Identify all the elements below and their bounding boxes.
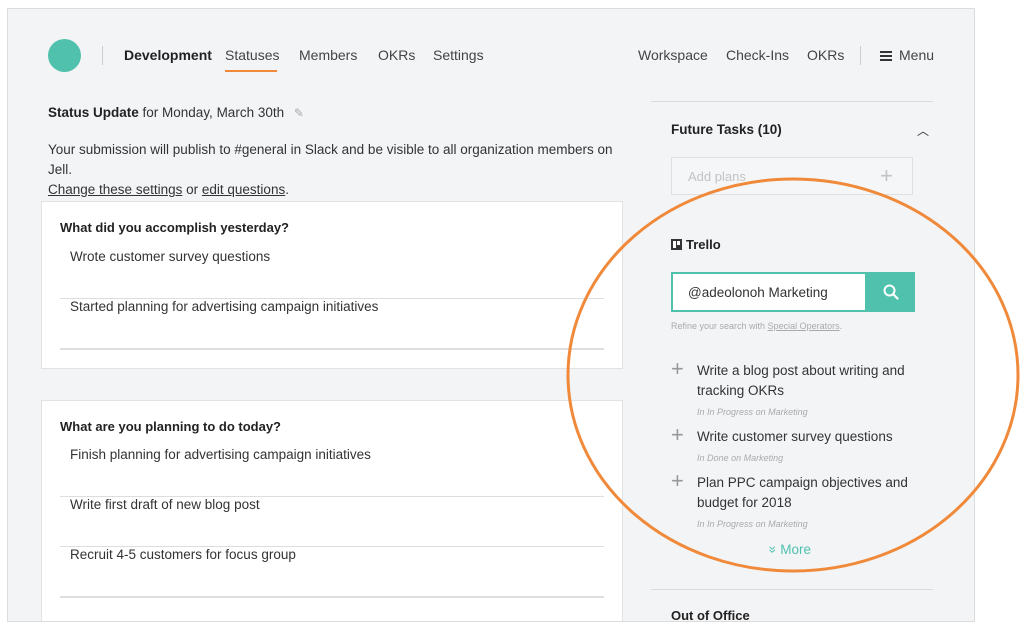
- trello-heading: Trello: [671, 237, 721, 252]
- meta-list: In Progress: [707, 519, 754, 529]
- double-chevron-down-icon: »: [765, 545, 781, 554]
- empty-answer-field[interactable]: [60, 349, 604, 350]
- search-icon: [883, 284, 899, 300]
- special-operators-link[interactable]: Special Operators: [768, 321, 840, 331]
- question-card-yesterday: What did you accomplish yesterday? Wrote…: [41, 201, 623, 369]
- chevron-up-icon[interactable]: ︿: [917, 122, 929, 139]
- add-plans-input[interactable]: Add plans +: [671, 157, 913, 195]
- tab-okrs[interactable]: OKRs: [378, 47, 415, 63]
- status-title-date: for Monday, March 30th: [142, 105, 285, 120]
- add-plans-placeholder: Add plans: [688, 169, 746, 184]
- brand-label: Development: [124, 47, 212, 63]
- meta-in: In: [697, 407, 705, 417]
- refine-suffix: .: [839, 321, 843, 331]
- refine-prefix: Refine your search with: [671, 321, 766, 331]
- publish-description: Your submission will publish to #general…: [48, 140, 638, 200]
- nav-divider: [102, 46, 103, 65]
- refine-hint: Refine your search with Special Operator…: [671, 321, 842, 331]
- add-task-plus-icon[interactable]: +: [671, 358, 684, 380]
- add-task-plus-icon[interactable]: +: [671, 424, 684, 446]
- answer-text: Write first draft of new blog post: [70, 497, 260, 512]
- nav-divider: [860, 46, 861, 65]
- meta-in: In: [697, 519, 705, 529]
- add-task-plus-icon[interactable]: +: [671, 470, 684, 492]
- trello-icon: [671, 239, 682, 250]
- out-of-office-title: Out of Office: [671, 608, 750, 622]
- answer-text: Started planning for advertising campaig…: [70, 299, 379, 314]
- answer-field[interactable]: Wrote customer survey questions: [60, 249, 604, 299]
- future-tasks-panel: Future Tasks (10) ︿ Add plans + Trello R…: [651, 101, 933, 622]
- answer-field[interactable]: Started planning for advertising campaig…: [60, 299, 604, 349]
- answer-text: Wrote customer survey questions: [70, 249, 271, 264]
- more-label: More: [780, 542, 812, 557]
- tab-statuses[interactable]: Statuses: [225, 47, 279, 63]
- answer-field[interactable]: Recruit 4-5 customers for focus group: [60, 547, 604, 597]
- meta-board: Marketing: [768, 519, 808, 529]
- active-tab-indicator: [225, 70, 277, 72]
- hamburger-icon: [880, 51, 892, 61]
- task-meta: In Done on Marketing: [697, 453, 783, 463]
- meta-on: on: [755, 519, 766, 529]
- answer-text: Finish planning for advertising campaign…: [70, 447, 371, 462]
- meta-list: In Progress: [707, 407, 754, 417]
- trello-label: Trello: [686, 237, 721, 252]
- meta-board: Marketing: [768, 407, 808, 417]
- question-title: What did you accomplish yesterday?: [60, 220, 289, 235]
- more-button[interactable]: » More: [765, 542, 812, 557]
- tab-members[interactable]: Members: [299, 47, 357, 63]
- plus-icon[interactable]: +: [880, 163, 893, 189]
- menu-label: Menu: [899, 47, 935, 63]
- menu-button[interactable]: Menu: [880, 47, 934, 63]
- task-title: Plan PPC campaign objectives and budget …: [697, 475, 908, 510]
- trello-search: [671, 272, 915, 312]
- task-title: Write a blog post about writing and trac…: [697, 363, 905, 398]
- empty-answer-field[interactable]: [60, 597, 604, 598]
- nav-link-workspace[interactable]: Workspace: [638, 47, 708, 63]
- answer-field[interactable]: Write first draft of new blog post: [60, 497, 604, 547]
- period-text: .: [285, 182, 289, 197]
- section-divider: [651, 589, 933, 590]
- edit-questions-link[interactable]: edit questions: [202, 182, 285, 197]
- task-meta: In In Progress on Marketing: [697, 407, 808, 417]
- task-title: Write customer survey questions: [697, 429, 893, 444]
- change-settings-link[interactable]: Change these settings: [48, 182, 182, 197]
- future-tasks-title: Future Tasks (10): [671, 122, 782, 137]
- nav-link-check-ins[interactable]: Check-Ins: [726, 47, 789, 63]
- answer-text: Recruit 4-5 customers for focus group: [70, 547, 296, 562]
- meta-on: on: [755, 407, 766, 417]
- task-meta: In In Progress on Marketing: [697, 519, 808, 529]
- nav-link-okrs[interactable]: OKRs: [807, 47, 844, 63]
- trello-search-input[interactable]: [671, 272, 867, 312]
- question-card-today: What are you planning to do today? Finis…: [41, 400, 623, 621]
- pencil-icon[interactable]: ✎: [294, 106, 304, 120]
- app-frame: Development Statuses Members OKRs Settin…: [7, 8, 975, 622]
- meta-on: on: [731, 453, 742, 463]
- answer-field[interactable]: Finish planning for advertising campaign…: [60, 447, 604, 497]
- tab-settings[interactable]: Settings: [433, 47, 484, 63]
- publish-text: Your submission will publish to #general…: [48, 142, 613, 177]
- status-title-bold: Status Update: [48, 105, 139, 120]
- or-text: or: [186, 182, 199, 197]
- question-title: What are you planning to do today?: [60, 419, 281, 434]
- meta-list: Done: [707, 453, 729, 463]
- meta-in: In: [697, 453, 705, 463]
- meta-board: Marketing: [743, 453, 784, 463]
- workspace-logo[interactable]: [48, 39, 81, 72]
- status-update-title: Status Update for Monday, March 30th ✎: [48, 105, 304, 120]
- search-button[interactable]: [867, 272, 915, 312]
